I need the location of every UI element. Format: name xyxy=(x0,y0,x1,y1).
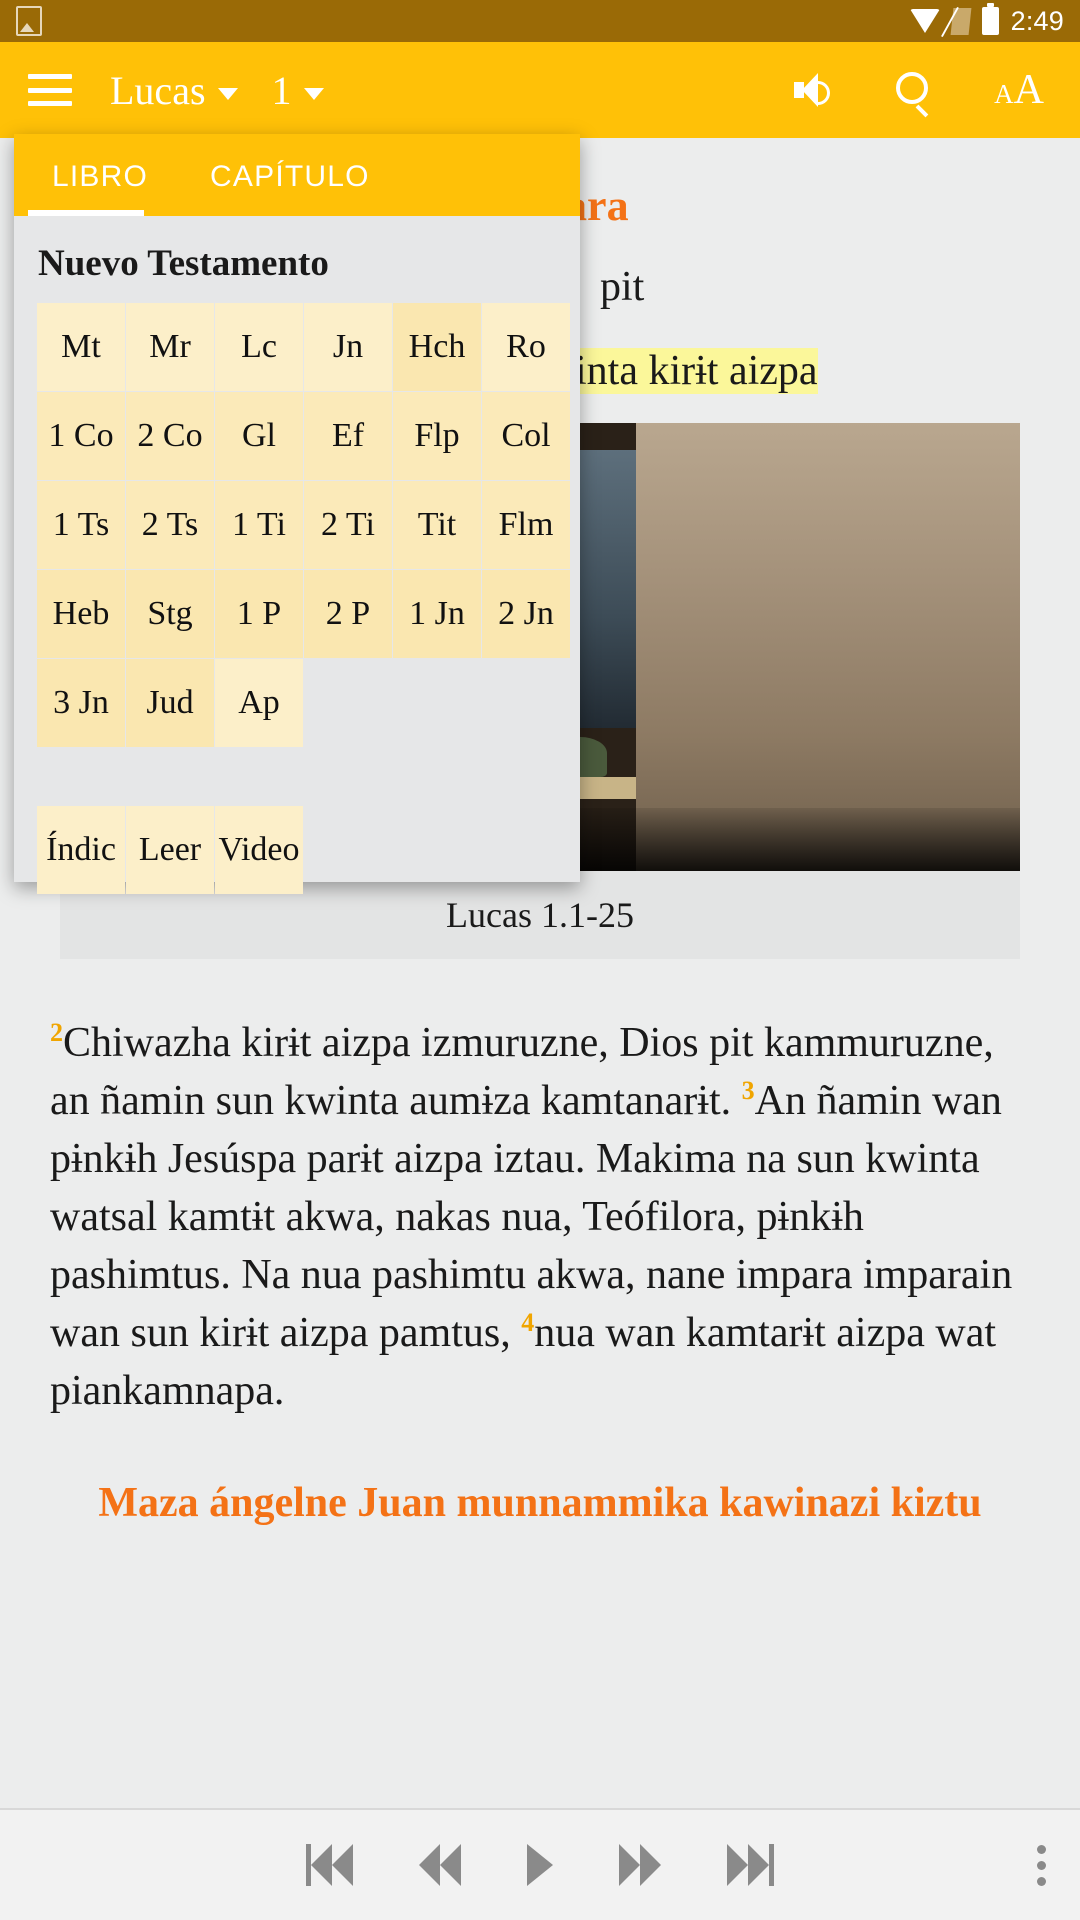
book-tile-flm[interactable]: Flm xyxy=(482,481,570,569)
action-video[interactable]: Video xyxy=(215,806,303,894)
book-tile-jud[interactable]: Jud xyxy=(126,659,214,747)
skip-previous-button[interactable] xyxy=(306,1844,353,1886)
book-grid: Mt Mr Lc Jn Hch Ro 1 Co 2 Co Gl Ef Flp C… xyxy=(37,303,580,748)
book-tile-hch[interactable]: Hch xyxy=(393,303,481,391)
book-tile-ap[interactable]: Ap xyxy=(215,659,303,747)
scripture-paragraph: 2Chiwazha kirɨt aizpa izmuruzne, Dios pi… xyxy=(50,1015,1030,1421)
section-heading-2: Maza ángelne Juan munnammika kawinazi ki… xyxy=(98,1479,982,1526)
verse-number-3: 3 xyxy=(741,1075,755,1105)
action-indice[interactable]: Índic xyxy=(37,806,125,894)
book-tile-mt[interactable]: Mt xyxy=(37,303,125,391)
app-bar: Lucas 1 AA xyxy=(0,42,1080,138)
chapter-selector-label: 1 xyxy=(271,67,292,113)
book-tile-2co[interactable]: 2 Co xyxy=(126,392,214,480)
book-tile-2ts[interactable]: 2 Ts xyxy=(126,481,214,569)
text-size-icon[interactable]: AA xyxy=(994,69,1044,111)
panel-body: Nuevo Testamento Mt Mr Lc Jn Hch Ro 1 Co… xyxy=(14,242,580,895)
book-tile-jn[interactable]: Jn xyxy=(304,303,392,391)
testament-section-title: Nuevo Testamento xyxy=(38,243,329,284)
app-bar-actions: AA xyxy=(794,69,1044,118)
book-tile-1p[interactable]: 1 P xyxy=(215,570,303,658)
fast-forward-button[interactable] xyxy=(619,1844,661,1886)
book-tile-ef[interactable]: Ef xyxy=(304,392,392,480)
book-tile-3jn[interactable]: 3 Jn xyxy=(37,659,125,747)
book-selector[interactable]: Lucas xyxy=(110,67,238,114)
status-bar-right: 2:49 xyxy=(909,3,1064,37)
book-tile-lc[interactable]: Lc xyxy=(215,303,303,391)
book-grid-spacer xyxy=(482,659,570,747)
book-selector-label: Lucas xyxy=(110,67,206,113)
book-tile-2jn[interactable]: 2 Jn xyxy=(482,570,570,658)
verse-number-4: 4 xyxy=(521,1307,535,1337)
audio-icon[interactable] xyxy=(794,73,832,107)
highlighted-text[interactable]: inta kirɨt aizpa xyxy=(575,347,818,394)
chevron-down-icon xyxy=(217,88,238,101)
more-options-icon[interactable] xyxy=(1037,1844,1046,1886)
chapter-selector[interactable]: 1 xyxy=(272,67,324,114)
battery-icon xyxy=(981,3,999,35)
panel-tabs: LIBRO CAPÍTULO xyxy=(14,134,580,216)
sim-card-icon xyxy=(950,7,972,35)
book-chooser-panel: LIBRO CAPÍTULO Nuevo Testamento Mt Mr Lc… xyxy=(14,134,580,894)
search-icon[interactable] xyxy=(894,71,932,118)
verse-number-2: 2 xyxy=(50,1017,63,1047)
gallery-icon xyxy=(16,6,42,36)
media-player-bar xyxy=(0,1808,1080,1920)
skip-next-button[interactable] xyxy=(727,1844,774,1886)
book-tile-stg[interactable]: Stg xyxy=(126,570,214,658)
action-leer[interactable]: Leer xyxy=(126,806,214,894)
tab-capitulo[interactable]: CAPÍTULO xyxy=(210,160,370,216)
panel-actions: Índic Leer Video xyxy=(37,806,580,895)
status-bar: 2:49 xyxy=(0,0,1080,42)
tab-active-indicator xyxy=(28,210,144,216)
status-bar-clock: 2:49 xyxy=(1010,5,1064,36)
player-controls xyxy=(306,1844,774,1886)
book-tile-tit[interactable]: Tit xyxy=(393,481,481,569)
book-tile-2p[interactable]: 2 P xyxy=(304,570,392,658)
book-tile-heb[interactable]: Heb xyxy=(37,570,125,658)
book-tile-1co[interactable]: 1 Co xyxy=(37,392,125,480)
book-tile-col[interactable]: Col xyxy=(482,392,570,480)
hamburger-menu-icon[interactable] xyxy=(28,74,72,106)
status-bar-left xyxy=(16,6,42,36)
book-tile-mr[interactable]: Mr xyxy=(126,303,214,391)
book-tile-gl[interactable]: Gl xyxy=(215,392,303,480)
book-tile-1ts[interactable]: 1 Ts xyxy=(37,481,125,569)
book-tile-ro[interactable]: Ro xyxy=(482,303,570,391)
rewind-button[interactable] xyxy=(419,1844,461,1886)
book-tile-2ti[interactable]: 2 Ti xyxy=(304,481,392,569)
book-grid-spacer xyxy=(304,659,392,747)
book-grid-spacer xyxy=(393,659,481,747)
play-button[interactable] xyxy=(527,1844,553,1886)
book-tile-1jn[interactable]: 1 Jn xyxy=(393,570,481,658)
verse-lead-fragment-a: pit xyxy=(600,264,645,310)
tab-libro[interactable]: LIBRO xyxy=(52,160,148,216)
wifi-icon xyxy=(909,9,940,33)
book-tile-flp[interactable]: Flp xyxy=(393,392,481,480)
chevron-down-icon xyxy=(303,88,324,101)
book-tile-1ti[interactable]: 1 Ti xyxy=(215,481,303,569)
